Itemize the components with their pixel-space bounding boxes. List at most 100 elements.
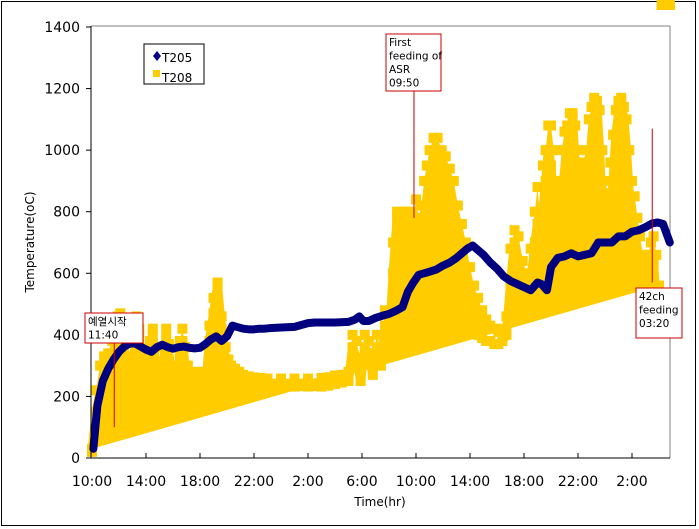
t205-point [496, 268, 498, 270]
t208-point [404, 237, 415, 248]
t205-point [354, 318, 356, 320]
t205-point [242, 328, 244, 330]
t208-point [396, 252, 407, 263]
t205-point [161, 344, 163, 346]
t208-point-upper [444, 163, 455, 174]
t208-point-upper [465, 262, 475, 273]
t205-point [456, 257, 457, 259]
t208-point [540, 175, 551, 186]
t208-point-upper [664, 0, 675, 10]
t205-point [461, 252, 463, 254]
t205-point [510, 280, 511, 282]
annotation-text: 11:40 [88, 330, 118, 342]
t205-point [503, 275, 505, 277]
y-tick-label: 0 [71, 451, 80, 467]
t208-point [174, 351, 185, 362]
t208-point-upper [477, 305, 488, 316]
t208-point [413, 237, 424, 248]
t205-point [423, 272, 425, 274]
t208-point-upper [200, 366, 211, 377]
t208-point [384, 342, 394, 353]
t205-point [231, 325, 233, 327]
t208-point [605, 219, 616, 230]
t205-point [557, 257, 559, 259]
t208-point-upper [204, 320, 215, 331]
x-tick-label: 14:00 [450, 474, 490, 490]
t205-point [618, 235, 619, 237]
t208-point [556, 219, 567, 230]
t205-point [523, 286, 525, 288]
t205-point [657, 221, 659, 223]
t208-point [388, 268, 399, 279]
t205-point [102, 380, 104, 382]
t208-point [535, 262, 546, 273]
t208-point-upper [147, 323, 158, 334]
t205-point [591, 252, 592, 254]
t208-point [537, 206, 548, 217]
t205-point [368, 320, 370, 322]
t205-point [362, 320, 364, 322]
y-tick-label: 1400 [44, 20, 80, 36]
t205-point [395, 310, 397, 312]
t205-point [253, 328, 255, 330]
t208-point-upper [591, 95, 602, 106]
t205-point [577, 255, 579, 257]
t208-point [575, 237, 586, 248]
annotation-text: First [389, 37, 411, 49]
t205-point [140, 346, 142, 348]
t208-point-upper [570, 120, 581, 131]
t205-point [107, 368, 109, 370]
t208-point [597, 206, 608, 217]
y-tick-label: 400 [53, 328, 80, 344]
t208-point-upper [355, 360, 366, 371]
x-tick-label: 2:00 [292, 474, 323, 490]
t208-point [142, 382, 153, 393]
t208-point-upper [448, 175, 459, 186]
t208-point [546, 160, 556, 171]
t205-point [631, 231, 633, 233]
t208-point-upper [384, 323, 394, 334]
t208-point [559, 191, 570, 202]
t205-point [550, 266, 552, 268]
t205-point [669, 242, 671, 243]
t205-point [183, 346, 185, 348]
t208-point-upper [517, 255, 528, 266]
t205-point [604, 242, 606, 243]
t208-point-upper [521, 268, 532, 279]
t205-point [388, 313, 390, 315]
t208-point-upper [546, 120, 556, 131]
t205-point [472, 245, 474, 247]
t205-point [477, 249, 479, 251]
t205-point [442, 265, 444, 267]
t208-point-upper [501, 311, 512, 322]
t205-point [611, 242, 613, 243]
t205-point [624, 235, 626, 237]
t205-point [177, 346, 179, 348]
legend-square-icon [153, 70, 160, 77]
t208-point [501, 329, 512, 340]
t208-point [573, 206, 583, 217]
t208-point-upper [648, 231, 659, 242]
t208-point [421, 206, 432, 217]
t205-point [407, 291, 409, 293]
t208-point-upper [473, 292, 484, 303]
t208-point-upper [452, 200, 463, 211]
x-tick-label: 6:00 [346, 474, 377, 490]
t205-point [226, 335, 228, 337]
t208-point-upper [126, 360, 137, 371]
t205-point [546, 289, 548, 291]
t208-point-upper [208, 292, 219, 303]
t205-point [381, 315, 383, 317]
y-tick-label: 800 [53, 205, 80, 221]
t208-point [581, 219, 592, 230]
t208-point-upper [161, 323, 172, 334]
t205-point [215, 335, 217, 337]
t208-point [608, 175, 619, 186]
legend: T205 T208 [143, 43, 205, 85]
t208-point [126, 382, 137, 393]
t208-point-upper [440, 151, 451, 162]
t208-point [648, 259, 659, 270]
t205-point [483, 254, 484, 256]
t208-point-upper [289, 373, 300, 384]
annotation-text: 42ch [639, 291, 665, 303]
